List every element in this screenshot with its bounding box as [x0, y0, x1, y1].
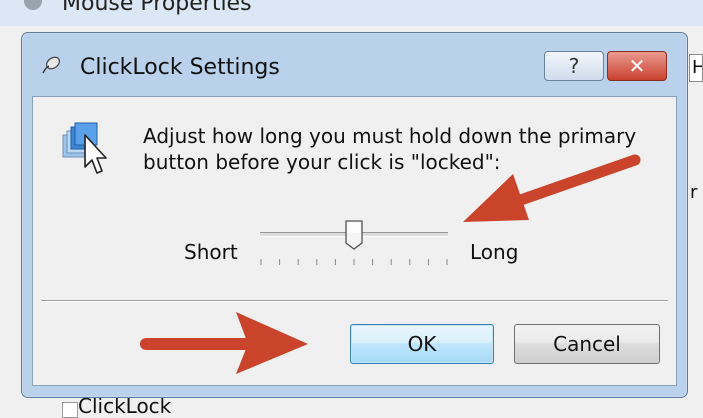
parent-tab-partial[interactable]: H [689, 54, 703, 82]
slider-max-label: Long [470, 240, 519, 264]
dialog-content: Adjust how long you must hold down the p… [32, 96, 677, 386]
close-button[interactable]: ✕ [607, 51, 667, 81]
clicklock-time-slider[interactable] [258, 215, 458, 275]
parent-title: Mouse Properties [62, 0, 252, 16]
help-icon: ? [568, 54, 580, 78]
button-divider [41, 300, 668, 302]
close-icon: ✕ [628, 54, 646, 78]
dialog-titlebar[interactable]: ClickLock Settings ? ✕ [22, 33, 687, 95]
parent-titlebar: Mouse Properties [0, 0, 703, 26]
ok-button[interactable]: OK [350, 324, 494, 364]
dialog-title: ClickLock Settings [80, 55, 280, 80]
mouse-properties-icon [24, 0, 42, 10]
clicklock-checkbox[interactable] [62, 402, 78, 418]
help-button[interactable]: ? [544, 51, 604, 81]
slider-ticks [260, 259, 448, 265]
parent-text-partial: r [690, 182, 698, 203]
slider-thumb[interactable] [344, 219, 364, 251]
cancel-button[interactable]: Cancel [514, 324, 660, 364]
click-cursor-icon [62, 122, 107, 174]
mouse-icon [42, 56, 61, 74]
instruction-text: Adjust how long you must hold down the p… [143, 124, 637, 174]
slider-min-label: Short [184, 240, 238, 264]
clicklock-settings-dialog: ClickLock Settings ? ✕ Adjust how long y… [21, 32, 688, 398]
